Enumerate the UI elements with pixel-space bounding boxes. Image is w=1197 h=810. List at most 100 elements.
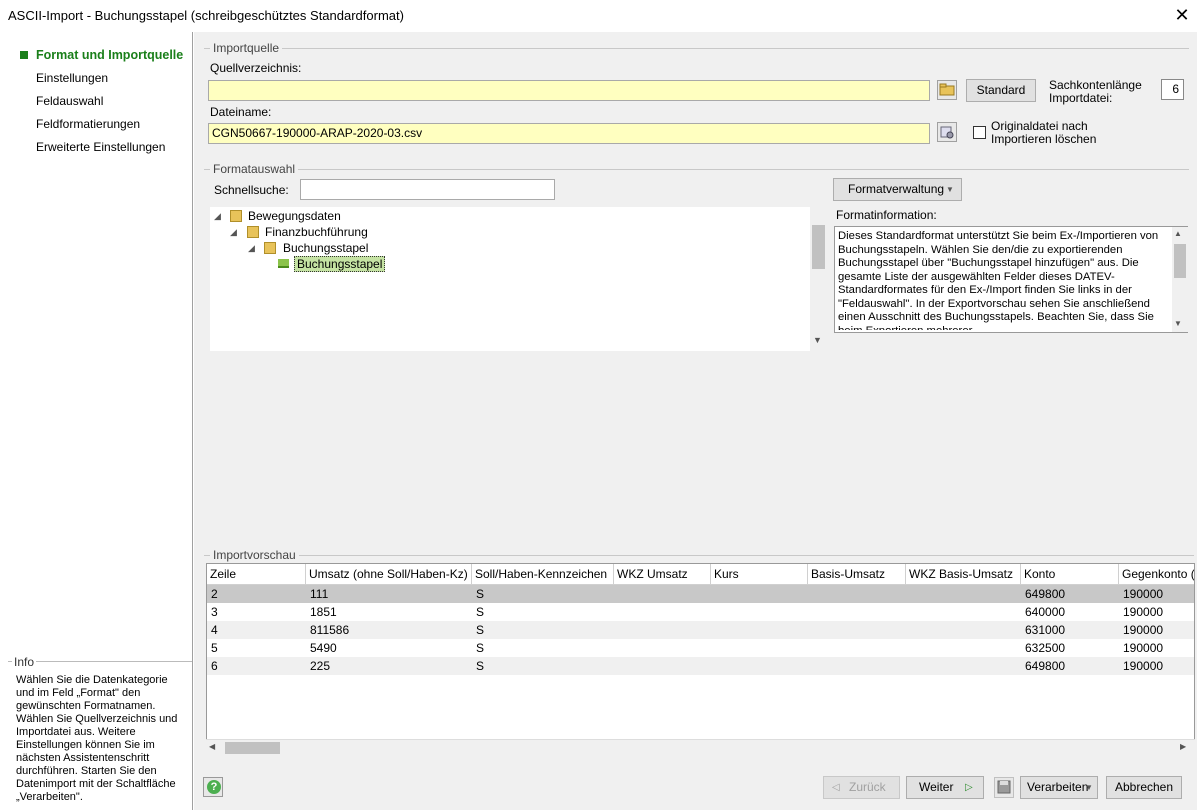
tree-node-bewegungsdaten[interactable]: Bewegungsdaten xyxy=(248,209,341,223)
help-icon: ? xyxy=(207,780,221,794)
file-browse-button[interactable] xyxy=(937,122,957,142)
nav-item-format[interactable]: Format und Importquelle xyxy=(36,48,183,62)
table-row[interactable]: 2 111 S 649800 190000 xyxy=(207,585,1194,603)
format-tree[interactable]: ◢ Bewegungsdaten ◢ Finanzbuchführung ◢ B… xyxy=(210,207,814,351)
formatverwaltung-button[interactable]: Formatverwaltung ▼ xyxy=(833,178,962,201)
table-hscroll-thumb[interactable] xyxy=(225,742,280,754)
format-item-icon xyxy=(278,259,289,268)
chevron-down-icon[interactable]: ▼ xyxy=(1174,319,1182,328)
tree-scrollbar[interactable]: ▼ xyxy=(810,207,827,351)
tree-node-finanzbuchfuehrung[interactable]: Finanzbuchführung xyxy=(265,225,368,239)
column-header[interactable]: Zeile xyxy=(207,564,306,585)
chevron-left-icon[interactable]: ◀ xyxy=(209,742,215,751)
formatverwaltung-label: Formatverwaltung xyxy=(848,182,945,196)
table-cell: 4 xyxy=(211,623,218,637)
table-row[interactable]: 5 5490 S 632500 190000 xyxy=(207,639,1194,657)
column-header[interactable]: Soll/Haben-Kennzeichen xyxy=(472,564,614,585)
table-cell: S xyxy=(476,587,485,601)
importvorschau-table[interactable]: Zeile Umsatz (ohne Soll/Haben-Kz) Soll/H… xyxy=(206,563,1195,755)
dateiname-input[interactable]: CGN50667-190000-ARAP-2020-03.csv xyxy=(208,123,930,144)
folder-open-button[interactable] xyxy=(937,80,957,100)
info-scrollbar[interactable]: ▲ ▼ xyxy=(1172,227,1188,332)
expand-triangle-icon[interactable]: ◢ xyxy=(230,227,237,238)
nav-item-feldauswahl[interactable]: Feldauswahl xyxy=(36,94,103,108)
column-header[interactable]: WKZ Basis-Umsatz xyxy=(906,564,1021,585)
quellverzeichnis-label: Quellverzeichnis: xyxy=(210,61,302,75)
formatinformation-box: Dieses Standardformat unterstützt Sie be… xyxy=(834,226,1188,333)
nav-item-erweiterte[interactable]: Erweiterte Einstellungen xyxy=(36,140,165,154)
table-row[interactable]: 4 811586 S 631000 190000 xyxy=(207,621,1194,639)
table-cell: 190000 xyxy=(1123,641,1164,655)
table-cell: S xyxy=(476,605,485,619)
tree-node-buchungsstapel-folder[interactable]: Buchungsstapel xyxy=(283,241,368,255)
original-delete-checkbox[interactable] xyxy=(973,126,986,139)
active-bullet-icon xyxy=(20,51,28,59)
expand-triangle-icon[interactable]: ◢ xyxy=(248,243,255,254)
tree-scroll-thumb[interactable] xyxy=(812,225,825,269)
arrow-right-icon: ▷ xyxy=(965,782,973,793)
table-cell: 631000 xyxy=(1025,623,1066,637)
formatauswahl-line xyxy=(204,169,1189,170)
expand-triangle-icon[interactable]: ◢ xyxy=(214,211,221,222)
help-button[interactable]: ? xyxy=(203,777,223,797)
schnellsuche-label: Schnellsuche: xyxy=(214,183,289,197)
tree-node-buchungsstapel-selected[interactable]: Buchungsstapel xyxy=(294,256,386,272)
table-cell: 6 xyxy=(211,659,218,673)
column-header[interactable]: Kurs xyxy=(711,564,808,585)
info-scroll-thumb[interactable] xyxy=(1174,244,1186,278)
table-cell: 225 xyxy=(310,659,331,673)
title-bar: ASCII-Import - Buchungsstapel (schreibge… xyxy=(0,0,1197,32)
table-row[interactable]: 3 1851 S 640000 190000 xyxy=(207,603,1194,621)
chevron-up-icon[interactable]: ▲ xyxy=(1174,229,1182,238)
abbrechen-button[interactable]: Abbrechen xyxy=(1106,776,1182,799)
column-header[interactable]: Basis-Umsatz xyxy=(808,564,906,585)
importvorschau-group-label: Importvorschau xyxy=(210,548,299,562)
table-cell: 2 xyxy=(211,587,218,601)
table-cell: 1851 xyxy=(310,605,337,619)
nav-item-feldformatierungen[interactable]: Feldformatierungen xyxy=(36,117,140,131)
folder-icon xyxy=(230,210,242,222)
table-row[interactable]: 6 225 S 649800 190000 xyxy=(207,657,1194,675)
arrow-left-icon: ◁ xyxy=(832,782,840,793)
column-header[interactable]: Konto xyxy=(1021,564,1119,585)
column-header[interactable]: Umsatz (ohne Soll/Haben-Kz) xyxy=(306,564,472,585)
nav-item-einstellungen[interactable]: Einstellungen xyxy=(36,71,108,85)
chevron-right-icon[interactable]: ▶ xyxy=(1180,742,1186,751)
zurueck-label: Zurück xyxy=(849,780,886,794)
quellverzeichnis-input[interactable] xyxy=(208,80,930,101)
sachkonten-label: Sachkontenlänge Importdatei: xyxy=(1049,78,1142,105)
table-hscrollbar[interactable]: ◀ ▶ xyxy=(206,739,1195,755)
table-cell: 190000 xyxy=(1123,659,1164,673)
formatinformation-text: Dieses Standardformat unterstützt Sie be… xyxy=(838,230,1159,330)
importquelle-line xyxy=(204,48,1189,49)
table-cell: 190000 xyxy=(1123,605,1164,619)
table-cell: 5 xyxy=(211,641,218,655)
save-button[interactable] xyxy=(994,777,1014,798)
sidebar: Format und Importquelle Einstellungen Fe… xyxy=(0,32,193,810)
table-cell: 649800 xyxy=(1025,659,1066,673)
original-delete-label: Originaldatei nach Importieren löschen xyxy=(991,119,1097,146)
save-icon xyxy=(997,780,1011,794)
importvorschau-line xyxy=(204,555,1194,556)
table-cell: 111 xyxy=(310,587,329,601)
column-header[interactable]: Gegenkonto (o xyxy=(1119,564,1194,585)
folder-icon xyxy=(247,226,259,238)
verarbeiten-button[interactable]: Verarbeiten ▼ xyxy=(1020,776,1098,799)
table-cell: S xyxy=(476,623,485,637)
standard-button[interactable]: Standard xyxy=(966,79,1036,102)
formatinformation-label: Formatinformation: xyxy=(836,208,937,222)
table-cell: 811586 xyxy=(310,623,350,637)
table-cell: 649800 xyxy=(1025,587,1066,601)
chevron-down-icon[interactable]: ▼ xyxy=(813,335,822,345)
close-button[interactable]: ✕ xyxy=(1170,4,1194,26)
table-cell: 640000 xyxy=(1025,605,1066,619)
schnellsuche-input[interactable] xyxy=(300,179,555,200)
formatauswahl-group-label: Formatauswahl xyxy=(210,162,299,176)
column-header[interactable]: WKZ Umsatz xyxy=(614,564,711,585)
dateiname-label: Dateiname: xyxy=(210,105,272,119)
weiter-button[interactable]: Weiter ▷ xyxy=(906,776,984,799)
sachkonten-input[interactable]: 6 xyxy=(1161,79,1184,100)
info-text: Wählen Sie die Datenkategorie und im Fel… xyxy=(16,674,178,803)
zurueck-button[interactable]: ◁ Zurück xyxy=(823,776,900,799)
table-cell: 632500 xyxy=(1025,641,1066,655)
